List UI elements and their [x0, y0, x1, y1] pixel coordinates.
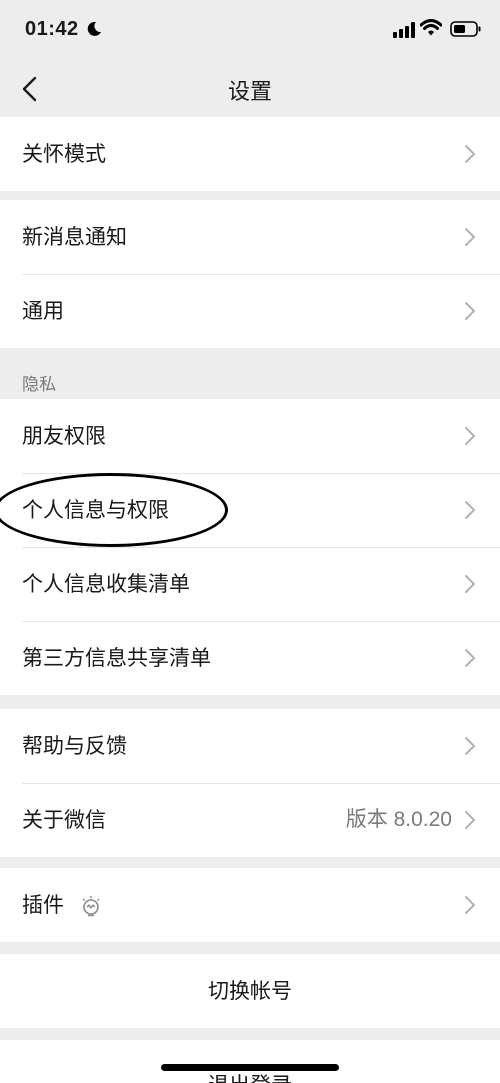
- chevron-right-icon: [465, 302, 475, 320]
- settings-item-label: 朋友权限: [22, 424, 106, 448]
- settings-item-third-party-sharing-list[interactable]: 第三方信息共享清单: [0, 621, 500, 695]
- general-group: 新消息通知 通用: [0, 200, 500, 348]
- wifi-icon: [420, 19, 442, 36]
- settings-item-label: 个人信息收集清单: [22, 572, 190, 596]
- settings-item-label: 个人信息与权限: [22, 498, 169, 522]
- settings-item-label: 关怀模式: [22, 142, 106, 166]
- version-value: 版本 8.0.20: [345, 808, 452, 831]
- chevron-right-icon: [465, 737, 475, 755]
- logout-group: 退出登录: [0, 1040, 500, 1083]
- logout-button[interactable]: 退出登录: [0, 1040, 500, 1083]
- navigation-bar: 设置: [0, 62, 500, 117]
- chevron-right-icon: [465, 427, 475, 445]
- settings-item-label: 新消息通知: [22, 225, 127, 249]
- about-group: 帮助与反馈 关于微信 版本 8.0.20: [0, 709, 500, 857]
- chevron-right-icon: [465, 228, 475, 246]
- settings-item-help-feedback[interactable]: 帮助与反馈: [0, 709, 500, 783]
- lightbulb-icon: [82, 896, 100, 917]
- chevron-right-icon: [465, 145, 475, 163]
- settings-item-label: 第三方信息共享清单: [22, 646, 211, 670]
- chevron-right-icon: [465, 896, 475, 914]
- page-title: 设置: [227, 80, 272, 105]
- settings-item-care-mode[interactable]: 关怀模式: [0, 117, 500, 191]
- switch-account-button[interactable]: 切换帐号: [0, 954, 500, 1028]
- section-label-privacy: 隐私: [22, 375, 56, 395]
- settings-item-personal-info-permissions[interactable]: 个人信息与权限: [0, 473, 500, 547]
- cellular-signal-icon: [393, 22, 415, 38]
- logout-label: 退出登录: [0, 1070, 500, 1083]
- settings-item-new-message-notification[interactable]: 新消息通知: [0, 200, 500, 274]
- settings-item-label: 帮助与反馈: [22, 734, 127, 758]
- privacy-group: 朋友权限 个人信息与权限 个人信息收集清单 第三方信息共享清单: [0, 399, 500, 695]
- battery-icon: [450, 21, 481, 37]
- status-time: 01:42: [25, 18, 79, 40]
- chevron-right-icon: [465, 501, 475, 519]
- switch-account-label: 切换帐号: [208, 979, 292, 1003]
- home-indicator: [161, 1064, 339, 1071]
- chevron-right-icon: [465, 575, 475, 593]
- settings-item-friend-permissions[interactable]: 朋友权限: [0, 399, 500, 473]
- settings-item-personal-info-collection-list[interactable]: 个人信息收集清单: [0, 547, 500, 621]
- settings-item-general[interactable]: 通用: [0, 274, 500, 348]
- settings-item-about-wechat[interactable]: 关于微信 版本 8.0.20: [0, 783, 500, 857]
- care-group: 关怀模式: [0, 117, 500, 191]
- settings-item-label: 通用: [22, 299, 64, 323]
- settings-item-plugins[interactable]: 插件: [0, 868, 500, 942]
- moon-icon: [87, 21, 101, 36]
- chevron-right-icon: [465, 811, 475, 829]
- plugins-group: 插件: [0, 868, 500, 942]
- status-bar: 01:42: [0, 0, 500, 62]
- settings-item-label: 关于微信: [22, 808, 106, 832]
- settings-item-label: 插件: [22, 893, 64, 917]
- chevron-right-icon: [465, 649, 475, 667]
- switch-account-group: 切换帐号: [0, 954, 500, 1028]
